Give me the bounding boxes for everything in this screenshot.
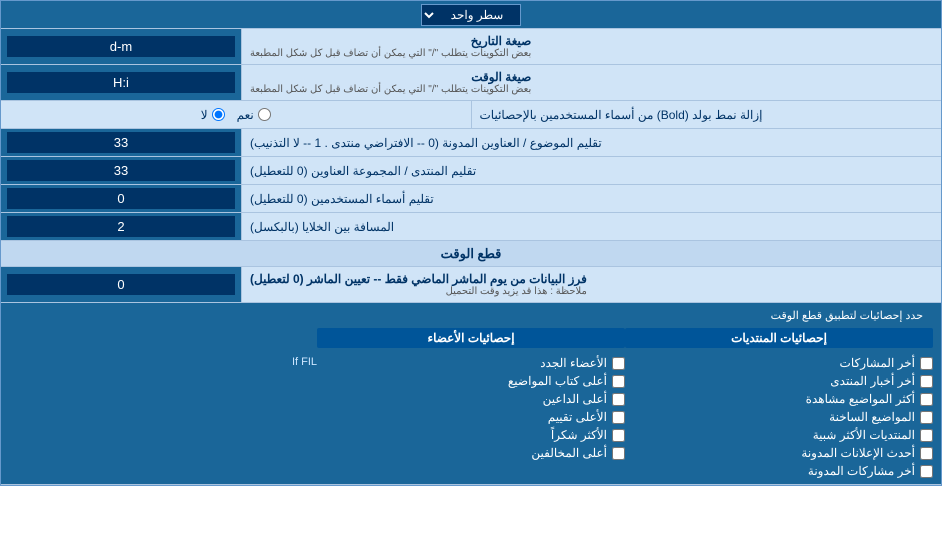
date-format-input[interactable] (7, 36, 235, 57)
date-format-input-cell (1, 29, 241, 64)
col3-if-fil: If FIL (9, 356, 317, 368)
cb-col1-0[interactable] (920, 357, 933, 370)
cb-col1-3[interactable] (920, 411, 933, 424)
cb-col2-0[interactable] (612, 357, 625, 370)
space-between-input[interactable] (7, 216, 235, 237)
checkbox-item: أخر أخبار المنتدى (625, 374, 933, 388)
radio-yes-group: نعم (237, 108, 271, 122)
forum-order-input-cell (1, 157, 241, 184)
forum-order-input[interactable] (7, 160, 235, 181)
users-trim-label: تقليم أسماء المستخدمين (0 للتعطيل) (241, 185, 941, 212)
checkbox-header-row: حدد إحصائيات لتطبيق قطع الوقت (9, 309, 933, 322)
cutoff-input[interactable] (7, 274, 235, 295)
main-container: سطر واحد سطرين ثلاثة أسطر صيغة التاريخ ب… (0, 0, 942, 486)
checkbox-item: المنتديات الأكثر شبية (625, 428, 933, 442)
cb-col2-4[interactable] (612, 429, 625, 442)
header-row: سطر واحد سطرين ثلاثة أسطر (1, 1, 941, 29)
bold-remove-no-radio[interactable] (212, 108, 225, 121)
checkbox-item: الأعلى تقييم (317, 410, 625, 424)
checkbox-item: أعلى المخالفين (317, 446, 625, 460)
time-format-input[interactable] (7, 72, 235, 93)
cb-col2-2[interactable] (612, 393, 625, 406)
topics-order-label: تقليم الموضوع / العناوين المدونة (0 -- ا… (241, 129, 941, 156)
space-between-label: المسافة بين الخلايا (بالبكسل) (241, 213, 941, 240)
topics-order-row: تقليم الموضوع / العناوين المدونة (0 -- ا… (1, 129, 941, 157)
space-between-input-cell (1, 213, 241, 240)
cb-col2-5[interactable] (612, 447, 625, 460)
space-between-row: المسافة بين الخلايا (بالبكسل) (1, 213, 941, 241)
checkbox-item: الأكثر شكراً (317, 428, 625, 442)
date-format-row: صيغة التاريخ بعض التكوينات يتطلب "/" الت… (1, 29, 941, 65)
cb-col2-1[interactable] (612, 375, 625, 388)
checkbox-item: المواضيع الساخنة (625, 410, 933, 424)
col2: إحصائيات الأعضاء الأعضاء الجدد أعلى كتاب… (317, 328, 625, 478)
col1-header: إحصائيات المنتديات (625, 328, 933, 348)
cb-col1-2[interactable] (920, 393, 933, 406)
cb-col1-6[interactable] (920, 465, 933, 478)
forum-order-label: تقليم المنتدى / المجموعة العناوين (0 للت… (241, 157, 941, 184)
time-format-row: صيغة الوقت بعض التكوينات يتطلب "/" التي … (1, 65, 941, 101)
checkbox-item: أخر مشاركات المدونة (625, 464, 933, 478)
cutoff-input-cell (1, 267, 241, 302)
users-trim-input-cell (1, 185, 241, 212)
time-format-input-cell (1, 65, 241, 100)
checkbox-item: الأعضاء الجدد (317, 356, 625, 370)
col2-header: إحصائيات الأعضاء (317, 328, 625, 348)
forum-order-row: تقليم المنتدى / المجموعة العناوين (0 للت… (1, 157, 941, 185)
topics-order-input-cell (1, 129, 241, 156)
bold-remove-radio-cell: نعم لا (1, 101, 471, 128)
checkbox-item: أحدث الإعلانات المدونة (625, 446, 933, 460)
col3: - If FIL (9, 328, 317, 478)
bold-remove-label: إزالة نمط بولد (Bold) من أسماء المستخدمي… (471, 101, 942, 128)
checkbox-item: أعلى الداعين (317, 392, 625, 406)
checkbox-item: أعلى كتاب المواضيع (317, 374, 625, 388)
checkbox-columns: إحصائيات المنتديات أخر المشاركات أخر أخب… (9, 328, 933, 478)
cb-col1-4[interactable] (920, 429, 933, 442)
bold-remove-yes-radio[interactable] (258, 108, 271, 121)
checkbox-item: أخر المشاركات (625, 356, 933, 370)
cb-col2-3[interactable] (612, 411, 625, 424)
col1: إحصائيات المنتديات أخر المشاركات أخر أخب… (625, 328, 933, 478)
checkbox-item: أكثر المواضيع مشاهدة (625, 392, 933, 406)
cutoff-label: فرز البيانات من يوم الماشر الماضي فقط --… (241, 267, 941, 302)
topics-order-input[interactable] (7, 132, 235, 153)
cutoff-section-header: قطع الوقت (1, 241, 941, 267)
rows-select[interactable]: سطر واحد سطرين ثلاثة أسطر (421, 4, 521, 26)
cb-col1-5[interactable] (920, 447, 933, 460)
users-trim-input[interactable] (7, 188, 235, 209)
cutoff-row: فرز البيانات من يوم الماشر الماضي فقط --… (1, 267, 941, 303)
time-format-label: صيغة الوقت بعض التكوينات يتطلب "/" التي … (241, 65, 941, 100)
date-format-label: صيغة التاريخ بعض التكوينات يتطلب "/" الت… (241, 29, 941, 64)
users-trim-row: تقليم أسماء المستخدمين (0 للتعطيل) (1, 185, 941, 213)
bold-remove-row: إزالة نمط بولد (Bold) من أسماء المستخدمي… (1, 101, 941, 129)
checkbox-section: حدد إحصائيات لتطبيق قطع الوقت إحصائيات ا… (1, 303, 941, 485)
cb-col1-1[interactable] (920, 375, 933, 388)
radio-no-group: لا (201, 108, 225, 122)
